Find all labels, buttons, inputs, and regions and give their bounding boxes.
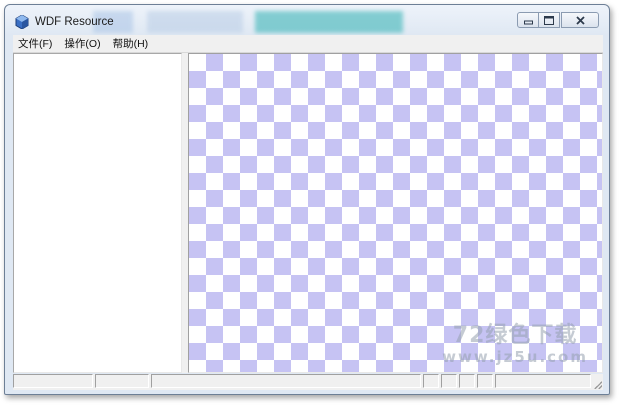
status-cell <box>423 374 439 388</box>
menu-help[interactable]: 帮助(H) <box>108 36 155 51</box>
menu-file[interactable]: 文件(F) <box>13 36 58 51</box>
status-cell <box>477 374 493 388</box>
watermark-url: www.jz5u.com <box>442 347 588 366</box>
close-button[interactable] <box>561 12 599 28</box>
status-cell <box>495 374 591 388</box>
maximize-button[interactable] <box>538 12 560 28</box>
app-window: WDF Resource 文件(F) 操作(O) 帮助(H) 72绿色下载 ww… <box>4 4 610 395</box>
status-cell <box>459 374 475 388</box>
title-bar[interactable]: WDF Resource <box>5 5 609 35</box>
maximize-icon <box>544 15 554 25</box>
client-area: 72绿色下载 www.jz5u.com <box>13 53 603 373</box>
minimize-button[interactable] <box>517 12 539 28</box>
status-cell <box>151 374 421 388</box>
minimize-icon <box>523 20 533 24</box>
status-cell <box>441 374 457 388</box>
menu-operation[interactable]: 操作(O) <box>59 36 106 51</box>
status-cell <box>95 374 149 388</box>
status-bar <box>13 374 603 390</box>
watermark: 72绿色下载 www.jz5u.com <box>442 323 588 366</box>
image-preview-panel[interactable]: 72绿色下载 www.jz5u.com <box>188 53 603 373</box>
wdf-app-icon[interactable] <box>15 15 29 29</box>
pane-splitter[interactable] <box>183 53 187 373</box>
menu-bar: 文件(F) 操作(O) 帮助(H) <box>13 35 603 53</box>
status-cell <box>13 374 93 388</box>
close-icon <box>575 15 585 25</box>
watermark-title: 72绿色下载 <box>452 323 578 349</box>
window-title: WDF Resource <box>35 16 114 28</box>
resource-tree-panel[interactable] <box>13 53 182 373</box>
resize-grip-icon[interactable] <box>592 379 602 389</box>
